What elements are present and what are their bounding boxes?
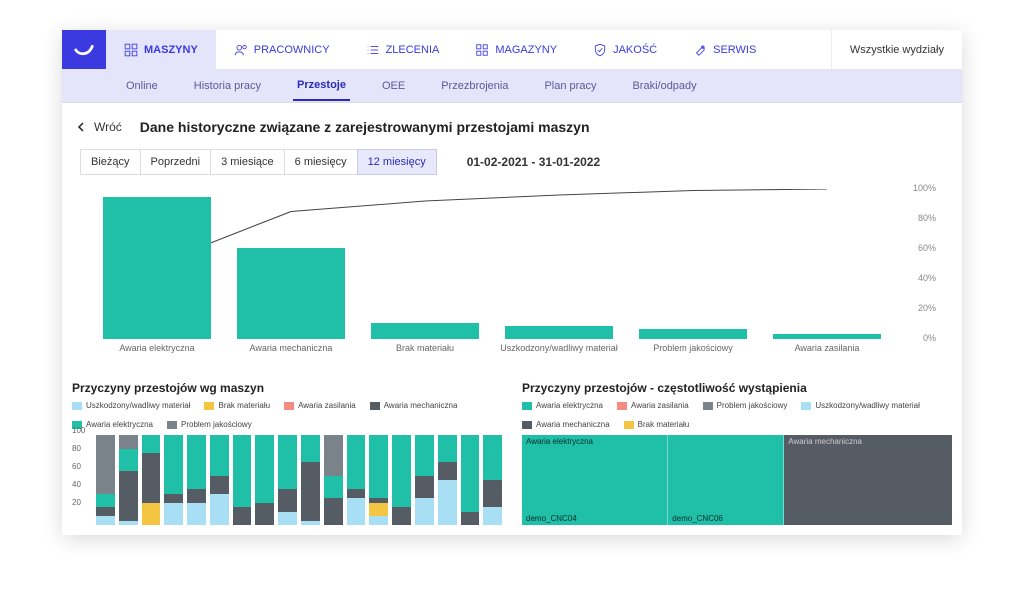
stacked-y-axis: 20406080100: [72, 435, 94, 525]
subnav-item[interactable]: Historia pracy: [190, 72, 265, 100]
list-icon: [366, 43, 380, 57]
back-label: Wróć: [94, 120, 122, 134]
stacked-column: [278, 435, 297, 525]
legend-item: Awaria mechaniczna: [370, 401, 458, 410]
subnav-item[interactable]: Plan pracy: [540, 72, 600, 100]
wrench-icon: [693, 43, 707, 57]
stacked-column: [164, 435, 183, 525]
page-title: Dane historyczne związane z zarejestrowa…: [140, 119, 590, 135]
treemap-rect: Awaria elektrycznademo_CNC04: [522, 435, 668, 525]
nav-label: MASZYNY: [144, 44, 198, 56]
panel-treemap: Przyczyny przestojów - częstotliwość wys…: [522, 381, 952, 525]
pareto-chart: 0%20%40%60%80%100% Awaria elektrycznaAwa…: [80, 189, 944, 369]
nav-label: MAGAZYNY: [495, 44, 557, 56]
range-button[interactable]: Bieżący: [80, 149, 141, 175]
nav-label: SERWIS: [713, 44, 756, 56]
panel-treemap-title: Przyczyny przestojów - częstotliwość wys…: [522, 381, 952, 395]
subnav-item[interactable]: Przestoje: [293, 71, 350, 101]
legend-stacked: Uszkodzony/wadliwy materiał Brak materiał…: [72, 401, 502, 429]
legend-item: Problem jakościowy: [703, 401, 788, 410]
top-nav: MASZYNY PRACOWNICY ZLECENIA MAGAZYNY JAKOŚĆ S…: [62, 30, 962, 70]
date-range: 01-02-2021 - 31-01-2022: [467, 155, 600, 169]
legend-treemap: Awaria elektryczna Awaria zasilania Proble…: [522, 401, 952, 429]
legend-item: Uszkodzony/wadliwy materiał: [801, 401, 919, 410]
stacked-column: [324, 435, 343, 525]
stacked-column: [461, 435, 480, 525]
x-label: Awaria elektryczna: [90, 339, 224, 353]
legend-item: Uszkodzony/wadliwy materiał: [72, 401, 190, 410]
x-label: Awaria zasilania: [760, 339, 894, 353]
nav-item-workers[interactable]: PRACOWNICY: [216, 30, 348, 69]
stacked-column: [142, 435, 161, 525]
stacked-column: [187, 435, 206, 525]
filter-bar: BieżącyPoprzedni3 miesiące6 miesięcy12 m…: [72, 149, 952, 175]
legend-item: Awaria zasilania: [284, 401, 356, 410]
range-button[interactable]: 12 miesięcy: [357, 149, 437, 175]
nav-item-quality[interactable]: JAKOŚĆ: [575, 30, 675, 69]
stacked-column: [369, 435, 388, 525]
range-button[interactable]: 6 miesięcy: [284, 149, 358, 175]
title-bar: Wróć Dane historyczne związane z zarejes…: [72, 119, 952, 135]
boxes-icon: [475, 43, 489, 57]
x-label: Awaria mechaniczna: [224, 339, 358, 353]
nav-item-orders[interactable]: ZLECENIA: [348, 30, 458, 69]
treemap-chart: Awaria elektrycznademo_CNC04demo_CNC06Aw…: [522, 435, 952, 525]
subnav-item[interactable]: Online: [122, 72, 162, 100]
nav-item-warehouses[interactable]: MAGAZYNY: [457, 30, 575, 69]
nav-label: ZLECENIA: [386, 44, 440, 56]
nav-label: JAKOŚĆ: [613, 44, 657, 56]
stacked-column: [347, 435, 366, 525]
subnav-item[interactable]: Braki/odpady: [628, 72, 700, 100]
stacked-column: [255, 435, 274, 525]
top-nav-items: MASZYNY PRACOWNICY ZLECENIA MAGAZYNY JAKOŚĆ S…: [106, 30, 831, 69]
stacked-column: [438, 435, 457, 525]
department-label: Wszystkie wydziały: [850, 44, 944, 56]
subnav-item[interactable]: Przezbrojenia: [437, 72, 512, 100]
stacked-column: [483, 435, 502, 525]
stacked-column: [301, 435, 320, 525]
nav-item-machines[interactable]: MASZYNY: [106, 30, 216, 69]
x-label: Problem jakościowy: [626, 339, 760, 353]
shield-icon: [593, 43, 607, 57]
lower-panels: Przyczyny przestojów wg maszyn Uszkodzon…: [72, 381, 952, 525]
x-label: Brak materiału: [358, 339, 492, 353]
legend-item: Awaria elektryczna: [522, 401, 603, 410]
range-button[interactable]: 3 miesiące: [210, 149, 285, 175]
pareto-gridlines: 0%20%40%60%80%100%: [90, 189, 894, 339]
stacked-column: [210, 435, 229, 525]
users-icon: [234, 43, 248, 57]
panel-stacked-title: Przyczyny przestojów wg maszyn: [72, 381, 502, 395]
grid-icon: [124, 43, 138, 57]
legend-item: Brak materiału: [204, 401, 270, 410]
x-label: Uszkodzony/wadliwy materiał: [492, 339, 626, 353]
legend-item: Awaria mechaniczna: [522, 420, 610, 429]
pareto-x-labels: Awaria elektrycznaAwaria mechanicznaBrak…: [90, 339, 894, 353]
department-picker[interactable]: Wszystkie wydziały: [831, 30, 962, 69]
legend-item: Problem jakościowy: [167, 420, 252, 429]
stacked-chart: 20406080100: [72, 435, 502, 525]
app-logo: [62, 30, 106, 69]
treemap-rect: demo_CNC06: [668, 435, 784, 525]
sub-nav: Online Historia pracy Przestoje OEE Przezbro…: [62, 70, 962, 102]
legend-item: Awaria zasilania: [617, 401, 689, 410]
treemap-rect: Awaria mechaniczna: [784, 435, 952, 525]
stacked-column: [119, 435, 138, 525]
stacked-column: [392, 435, 411, 525]
panel-stacked: Przyczyny przestojów wg maszyn Uszkodzon…: [72, 381, 502, 525]
range-button[interactable]: Poprzedni: [140, 149, 212, 175]
content: Wróć Dane historyczne związane z zarejes…: [62, 102, 962, 535]
app-window: MASZYNY PRACOWNICY ZLECENIA MAGAZYNY JAKOŚĆ S…: [62, 30, 962, 535]
stacked-column: [96, 435, 115, 525]
stacked-column: [415, 435, 434, 525]
range-buttons: BieżącyPoprzedni3 miesiące6 miesięcy12 m…: [72, 149, 437, 175]
legend-item: Brak materiału: [624, 420, 690, 429]
subnav-item[interactable]: OEE: [378, 72, 409, 100]
stacked-column: [233, 435, 252, 525]
nav-label: PRACOWNICY: [254, 44, 330, 56]
back-button[interactable]: Wróć: [76, 120, 122, 134]
nav-item-service[interactable]: SERWIS: [675, 30, 774, 69]
